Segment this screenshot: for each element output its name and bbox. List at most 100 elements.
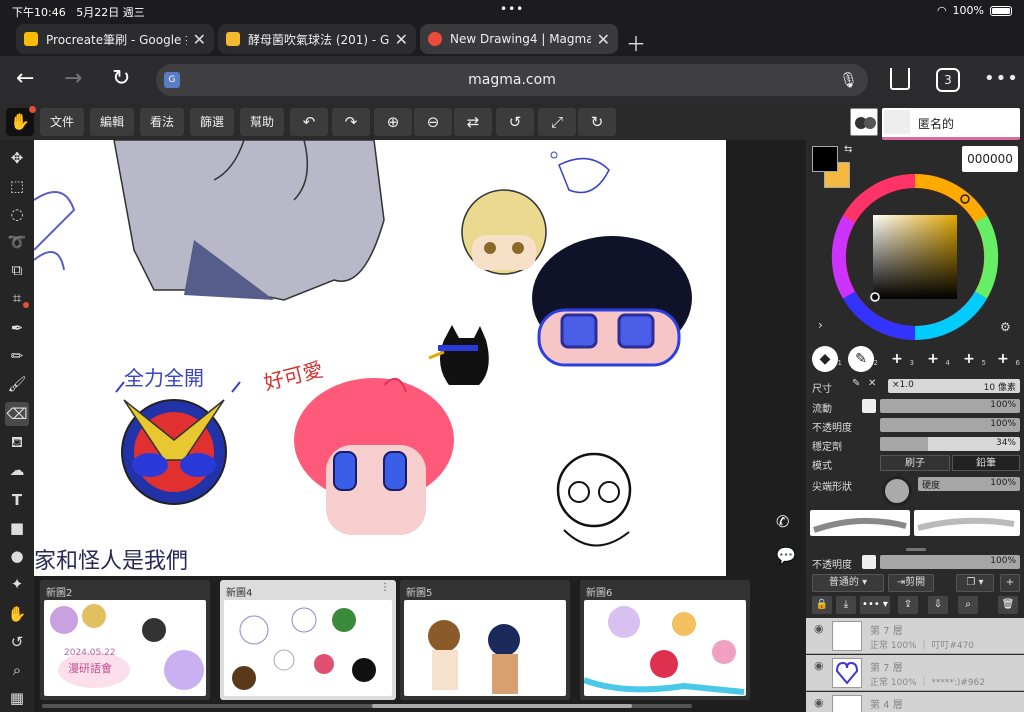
paint-bucket-icon[interactable]: ⛾ bbox=[5, 430, 29, 454]
primary-color-swatch[interactable] bbox=[812, 146, 838, 172]
trash-icon[interactable]: 🗑 bbox=[998, 596, 1018, 614]
layer-row[interactable]: ◉ 第 4 層 bbox=[806, 692, 1024, 712]
forward-icon[interactable]: → bbox=[64, 66, 82, 91]
flow-slider[interactable]: 100% bbox=[880, 399, 1020, 413]
layer-row[interactable]: ◉ 第 7 層 正常 100% ｜ 叮叮#470 bbox=[806, 618, 1024, 654]
rotate-right-icon[interactable]: ↻ bbox=[578, 108, 616, 136]
share-icon[interactable] bbox=[890, 68, 910, 90]
brush-slot-2[interactable]: ✎ 2 bbox=[848, 346, 878, 372]
flow-pressure-checkbox[interactable] bbox=[862, 399, 876, 413]
tip-shape-preview[interactable] bbox=[882, 476, 912, 506]
crop-icon[interactable]: ⌗ bbox=[5, 286, 29, 310]
chat-icon[interactable]: 💬 bbox=[776, 546, 796, 565]
drawing-card[interactable]: 新圖6 bbox=[580, 580, 750, 700]
magma-logo[interactable]: ✋ bbox=[6, 106, 36, 136]
tab-count-button[interactable]: 3 bbox=[936, 68, 960, 92]
url-field[interactable]: G magma.com 🎙 bbox=[156, 64, 868, 96]
transform-icon[interactable]: ⧉ bbox=[5, 258, 29, 282]
translate-icon[interactable]: G bbox=[164, 72, 180, 88]
strip-scrollbar[interactable] bbox=[42, 704, 692, 708]
eyedropper-icon[interactable]: ✒ bbox=[5, 316, 29, 340]
move-tool-icon[interactable]: ✥ bbox=[5, 146, 29, 170]
zoom-in-icon[interactable]: ⊕ bbox=[374, 108, 412, 136]
shape-icon[interactable]: ✦ bbox=[5, 572, 29, 596]
lock-icon[interactable]: 🔒 bbox=[812, 596, 832, 614]
user-box[interactable]: 匿名的 bbox=[882, 108, 1020, 140]
eye-icon[interactable]: ◉ bbox=[814, 659, 824, 672]
duplicate-icon[interactable]: ❐ ▾ bbox=[956, 574, 994, 592]
eye-icon[interactable]: ◉ bbox=[814, 622, 824, 635]
hardness-slider[interactable]: 硬度 100% bbox=[918, 477, 1020, 491]
new-layer-icon[interactable]: + bbox=[1000, 574, 1020, 592]
close-icon[interactable]: ✕ bbox=[193, 30, 206, 49]
browser-tab-2[interactable]: 酵母菌吹氣球法 (201) - Go ✕ bbox=[218, 24, 416, 54]
drawing-card[interactable]: 新圖2 2024.05.22 漫研語會 bbox=[40, 580, 210, 700]
pressure-icon[interactable]: ✎ bbox=[852, 378, 860, 389]
menu-view[interactable]: 看法 bbox=[140, 108, 184, 136]
phone-icon[interactable]: ✆ bbox=[776, 512, 789, 531]
more-icon[interactable]: ••• bbox=[984, 68, 1019, 89]
browser-tab-3[interactable]: New Drawing4 | Magma ✕ bbox=[420, 24, 618, 54]
drawing-canvas[interactable]: 全力全開 好可愛 家和怪人是我們 bbox=[34, 140, 726, 576]
close-icon[interactable]: ✕ bbox=[395, 30, 408, 49]
fullscreen-icon[interactable]: ⤢ bbox=[538, 108, 576, 136]
menu-file[interactable]: 文件 bbox=[40, 108, 84, 136]
more-icon[interactable]: ••• ▾ bbox=[860, 596, 890, 614]
rectangle-icon[interactable]: ■ bbox=[5, 516, 29, 540]
new-tab-icon[interactable]: ＋ bbox=[626, 28, 646, 57]
brush-slot-5[interactable]: +5 bbox=[956, 346, 986, 372]
eraser-icon[interactable]: ⌫ bbox=[5, 402, 29, 426]
menu-help[interactable]: 幫助 bbox=[240, 108, 284, 136]
close-icon[interactable]: ✕ bbox=[597, 30, 610, 49]
panel-divider-handle[interactable] bbox=[906, 548, 926, 551]
stabilizer-slider[interactable]: 34% bbox=[880, 437, 1020, 451]
multitask-dots[interactable]: ••• bbox=[500, 2, 524, 16]
clip-button[interactable]: ⇥剪開 bbox=[888, 574, 934, 592]
circle-select-icon[interactable]: ◌ bbox=[5, 202, 29, 226]
close-icon[interactable]: ✕ bbox=[868, 378, 876, 389]
swap-colors-icon[interactable]: ⇆ bbox=[844, 144, 852, 155]
browser-tab-1[interactable]: Procreate筆刷 - Google 搜 ✕ bbox=[16, 24, 214, 54]
undo-icon[interactable]: ↶ bbox=[290, 108, 328, 136]
film-icon[interactable]: ▦ bbox=[5, 686, 29, 710]
import-icon[interactable]: ⇪ bbox=[898, 596, 918, 614]
brush-slot-3[interactable]: +3 bbox=[884, 346, 914, 372]
rotate-left-icon[interactable]: ↺ bbox=[496, 108, 534, 136]
brush-slot-1[interactable]: ◆ 1 bbox=[812, 346, 842, 372]
export-icon[interactable]: ⇩ bbox=[928, 596, 948, 614]
layer-opacity-slider[interactable]: 100% bbox=[880, 555, 1020, 569]
brush-slot-6[interactable]: +6 bbox=[990, 346, 1020, 372]
pencil-icon[interactable]: ✏ bbox=[5, 344, 29, 368]
layer-lock-alpha-checkbox[interactable] bbox=[862, 555, 876, 569]
menu-filter[interactable]: 篩選 bbox=[190, 108, 234, 136]
drawing-card-active[interactable]: 新圖4 ⋮ bbox=[220, 580, 396, 700]
hand-icon[interactable]: ✋ bbox=[5, 602, 29, 626]
merge-down-icon[interactable]: ⤓ bbox=[836, 596, 856, 614]
hex-input[interactable]: 000000 bbox=[962, 146, 1018, 172]
text-tool-icon[interactable]: T bbox=[5, 488, 29, 512]
zoom-out-icon[interactable]: ⊖ bbox=[414, 108, 452, 136]
flip-icon[interactable]: ⇄ bbox=[454, 108, 492, 136]
kebab-icon[interactable]: ⋮ bbox=[380, 582, 390, 593]
mode-pencil-button[interactable]: 鉛筆 bbox=[952, 455, 1020, 471]
brush-icon[interactable]: 🖌 bbox=[5, 372, 29, 396]
back-icon[interactable]: ← bbox=[16, 66, 34, 91]
eye-icon[interactable]: ◉ bbox=[814, 696, 824, 709]
size-slider[interactable]: ×1.0 10 像素 bbox=[888, 379, 1020, 393]
smudge-icon[interactable]: ☁ bbox=[5, 458, 29, 482]
blend-mode-select[interactable]: 普通的 ▾ bbox=[812, 574, 884, 592]
search-icon[interactable]: ⌕ bbox=[958, 596, 978, 614]
mic-icon[interactable]: 🎙 bbox=[839, 64, 858, 96]
menu-edit[interactable]: 編輯 bbox=[90, 108, 134, 136]
zoom-icon[interactable]: ⌕ bbox=[5, 658, 29, 682]
rotate-view-icon[interactable]: ↺ bbox=[5, 630, 29, 654]
rect-select-icon[interactable]: ⬚ bbox=[5, 174, 29, 198]
chevron-right-icon[interactable]: › bbox=[818, 318, 823, 332]
collaborator-avatar[interactable] bbox=[850, 108, 878, 136]
redo-icon[interactable]: ↷ bbox=[332, 108, 370, 136]
color-wheel[interactable] bbox=[830, 172, 1000, 342]
gear-icon[interactable]: ⚙ bbox=[1000, 320, 1011, 334]
lasso-icon[interactable]: ➰ bbox=[5, 230, 29, 254]
opacity-slider[interactable]: 100% bbox=[880, 418, 1020, 432]
brush-slot-4[interactable]: +4 bbox=[920, 346, 950, 372]
